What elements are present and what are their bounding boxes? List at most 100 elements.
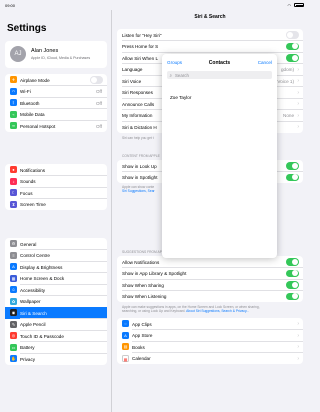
sidebar-item-general[interactable]: ⚙ General <box>5 238 107 250</box>
sidebar-item-focus[interactable]: ☾ Focus <box>5 187 107 199</box>
sidebar-item-privacy[interactable]: ✋ Privacy <box>5 353 107 365</box>
sidebar-item-display-brightness[interactable]: A Display & Brightness <box>5 261 107 273</box>
gear-icon: ⚙ <box>10 240 17 248</box>
avatar: AJ <box>10 46 26 62</box>
sidebar-item-value: Off <box>95 89 102 94</box>
chevron-right-icon: › <box>297 89 299 96</box>
toggle-switch[interactable] <box>286 258 299 266</box>
privacy-link[interactable]: About Siri Suggestions, Search & Privacy… <box>186 309 249 313</box>
row-label: App Store <box>132 333 153 338</box>
settings-row-press-home-for-s[interactable]: Press Home for S <box>117 41 303 52</box>
sidebar-item-sounds[interactable]: ♪ Sounds <box>5 176 107 187</box>
bell-icon: ● <box>10 166 17 174</box>
sidebar-item-bluetooth[interactable]: ᛒ Bluetooth Off <box>5 97 107 109</box>
row-value: gdom) <box>280 67 294 72</box>
toggle-switch[interactable] <box>286 54 299 62</box>
siri-icon: ◉ <box>10 309 17 317</box>
chevron-right-icon: › <box>297 78 299 84</box>
fingerprint-icon: ◎ <box>10 332 17 340</box>
appclips-icon: ◌ <box>122 320 129 328</box>
sidebar-group-connectivity: ✈ Airplane Mode ◠ Wi-Fi Off ᛒ Bluetooth Off ⌁ Mob… <box>5 74 107 132</box>
sidebar-item-label: Bluetooth <box>20 100 40 106</box>
chevron-right-icon: › <box>297 101 299 107</box>
settings-row-show-in-app-library-spotlight[interactable]: Show in App Library & Spotlight <box>117 268 303 279</box>
search-icon: ⌕ <box>169 72 172 78</box>
settings-row-app-clips[interactable]: ◌ App Clips › <box>117 318 303 330</box>
sidebar-item-accessibility[interactable]: ☺ Accessibility <box>5 284 107 296</box>
siri-note: Siri can help you get t <box>122 136 154 140</box>
row-label: Books <box>132 344 145 350</box>
hotspot-icon: ∞ <box>10 122 17 130</box>
settings-row-calendar[interactable]: ▦ Calendar › <box>117 353 303 365</box>
row-value: Voice 1) <box>277 78 294 84</box>
content-note: Apple can show conte Siri Suggestions, S… <box>122 185 155 194</box>
settings-row-books[interactable]: ▤ Books › <box>117 341 303 353</box>
search-placeholder: Search <box>175 72 189 78</box>
antenna-icon: ⌁ <box>10 110 17 118</box>
sidebar-item-notifications[interactable]: ● Notifications <box>5 164 107 176</box>
row-label: Allow Notifications <box>122 259 160 265</box>
sidebar-item-siri-search[interactable]: ◉ Siri & Search <box>5 307 107 319</box>
chevron-right-icon: › <box>297 66 299 73</box>
row-label: Press Home for S <box>122 44 159 49</box>
sidebar-item-touch-id-passcode[interactable]: ◎ Touch ID & Passcode <box>5 330 107 342</box>
toggle-switch[interactable] <box>286 42 299 50</box>
hand-icon: ✋ <box>10 355 17 363</box>
search-input[interactable]: ⌕ Search <box>167 71 272 79</box>
sidebar-item-apple-pencil[interactable]: ✎ Apple Pencil <box>5 319 107 330</box>
sidebar-item-label: Wi-Fi <box>20 89 31 94</box>
toggle-switch[interactable] <box>286 269 299 277</box>
cancel-button[interactable]: Cancel <box>258 60 272 65</box>
profile-name: Alan Jones <box>31 48 59 54</box>
toggle-switch[interactable] <box>286 281 299 289</box>
battery-status-icon <box>294 3 304 7</box>
sidebar-item-label: Display & Brightness <box>20 264 63 270</box>
sidebar-item-screen-time[interactable]: ⧗ Screen Time <box>5 199 107 211</box>
sidebar-title: Settings <box>7 23 47 34</box>
sidebar-item-label: Notifications <box>20 167 46 173</box>
row-value: None <box>283 113 294 118</box>
chevron-right-icon: › <box>297 112 299 119</box>
sidebar-item-wallpaper[interactable]: ✿ Wallpaper <box>5 296 107 307</box>
switches-icon: ≡ <box>10 251 17 259</box>
settings-row-listen-for-hey-siri[interactable]: Listen for "Hey Siri" <box>117 29 303 41</box>
airplane-icon: ✈ <box>10 76 17 84</box>
sidebar-item-label: Screen Time <box>20 202 46 207</box>
row-label: Siri Voice <box>122 78 142 84</box>
sidebar-item-label: Sounds <box>20 179 36 184</box>
sidebar-item-control-centre[interactable]: ≡ Control Centre <box>5 250 107 261</box>
contact-item[interactable]: Zoe Taylor <box>170 95 191 100</box>
sidebar-item-wi-fi[interactable]: ◠ Wi-Fi Off <box>5 86 107 97</box>
calendar-icon: ▦ <box>122 354 129 362</box>
row-label: Language <box>122 67 143 72</box>
settings-row-show-when-listening[interactable]: Show When Listening <box>117 291 303 303</box>
hourglass-icon: ⧗ <box>10 200 17 208</box>
sidebar-item-battery[interactable]: ▭ Battery <box>5 342 107 353</box>
toggle-switch[interactable] <box>286 173 299 181</box>
sidebar-item-airplane-mode[interactable]: ✈ Airplane Mode <box>5 74 107 86</box>
toggle-switch[interactable] <box>286 292 299 300</box>
settings-row-app-store[interactable]: A App Store › <box>117 330 303 341</box>
toggle-switch[interactable] <box>286 31 299 39</box>
battery-icon: ▭ <box>10 343 17 351</box>
sidebar-item-label: Airplane Mode <box>20 77 50 83</box>
groups-button[interactable]: Groups <box>167 60 182 65</box>
sidebar-item-label: Siri & Search <box>20 310 47 316</box>
row-label: Siri & Dictation H <box>122 124 157 130</box>
wifi-icon: ◠ <box>10 87 17 95</box>
toggle-switch[interactable] <box>90 76 103 84</box>
flower-icon: ✿ <box>10 297 17 305</box>
toggle-switch[interactable] <box>286 162 299 170</box>
row-label: App Clips <box>132 321 152 327</box>
sidebar-item-label: Privacy <box>20 356 36 362</box>
settings-row-show-when-sharing[interactable]: Show When Sharing <box>117 279 303 291</box>
row-label: My Information <box>122 113 153 118</box>
sidebar-item-label: Control Centre <box>20 253 50 258</box>
sidebar-item-value: Off <box>95 100 102 106</box>
moon-icon: ☾ <box>10 189 17 197</box>
sidebar-item-mobile-data[interactable]: ⌁ Mobile Data <box>5 109 107 120</box>
sidebar-item-personal-hotspot[interactable]: ∞ Personal Hotspot Off <box>5 120 107 132</box>
profile-card[interactable]: AJ Alan Jones Apple ID, iCloud, Media & … <box>5 41 107 68</box>
sidebar-item-home-screen-dock[interactable]: ▦ Home Screen & Dock <box>5 273 107 284</box>
row-label: Show When Sharing <box>122 282 164 288</box>
